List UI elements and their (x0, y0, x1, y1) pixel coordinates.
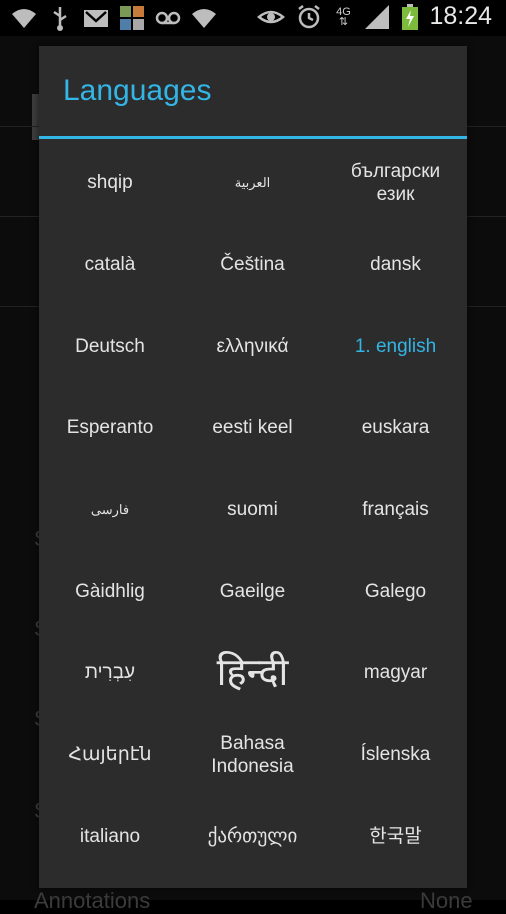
language-item[interactable]: Gàidhlig (39, 550, 181, 632)
dialog-title-divider (39, 136, 467, 139)
network-type: 4G (336, 5, 351, 18)
language-grid: shqip العربية български език català Češt… (39, 142, 467, 877)
language-item[interactable]: Esperanto (39, 387, 181, 469)
app-grid-icon (120, 6, 144, 30)
language-item[interactable]: Bahasa Indonesia (181, 714, 324, 796)
clock: 18:24 (429, 2, 492, 30)
language-item[interactable]: Հայերէն (39, 714, 181, 796)
usb-icon (53, 7, 67, 31)
language-item[interactable]: italiano (39, 796, 181, 878)
language-item[interactable]: 한국말 (324, 796, 467, 878)
voicemail-icon (155, 11, 181, 25)
wifi-icon (12, 9, 36, 28)
notification-icons (10, 4, 218, 32)
dialog-title: Languages (63, 74, 212, 107)
language-item[interactable]: català (39, 224, 181, 306)
gmail-icon (84, 10, 108, 27)
language-item[interactable]: français (324, 469, 467, 551)
background-setting-value: None (420, 888, 473, 913)
battery-charging-icon (402, 3, 419, 30)
language-item[interactable]: فارسی (39, 469, 181, 551)
language-item[interactable]: العربية (181, 142, 324, 224)
alarm-icon (298, 4, 321, 28)
language-item[interactable]: eesti keel (181, 387, 324, 469)
wifi-icon (192, 9, 216, 28)
languages-dialog: Languages shqip العربية български език c… (39, 46, 467, 888)
language-item[interactable]: Deutsch (39, 305, 181, 387)
eye-icon (257, 10, 286, 23)
language-item[interactable]: suomi (181, 469, 324, 551)
network-4g-icon: 4G ⇅ (333, 5, 353, 27)
language-item[interactable]: shqip (39, 142, 181, 224)
language-item[interactable]: हिन्दी (181, 632, 324, 714)
signal-icon (365, 4, 390, 29)
background-setting-label: Annotations (34, 888, 151, 913)
language-item[interactable]: български език (324, 142, 467, 224)
language-item[interactable]: עִבְרִית (39, 632, 181, 714)
language-item[interactable]: magyar (324, 632, 467, 714)
language-item[interactable]: Galego (324, 550, 467, 632)
language-item[interactable]: dansk (324, 224, 467, 306)
language-item[interactable]: Gaeilge (181, 550, 324, 632)
language-item[interactable]: Čeština (181, 224, 324, 306)
language-item[interactable]: ελληνικά (181, 305, 324, 387)
language-item[interactable]: ქართული (181, 796, 324, 878)
system-icons: 4G ⇅ 18:24 (257, 2, 492, 31)
language-item-selected[interactable]: 1. english (324, 305, 467, 387)
status-bar: 4G ⇅ 18:24 (0, 0, 506, 36)
language-item[interactable]: euskara (324, 387, 467, 469)
language-item[interactable]: Íslenska (324, 714, 467, 796)
